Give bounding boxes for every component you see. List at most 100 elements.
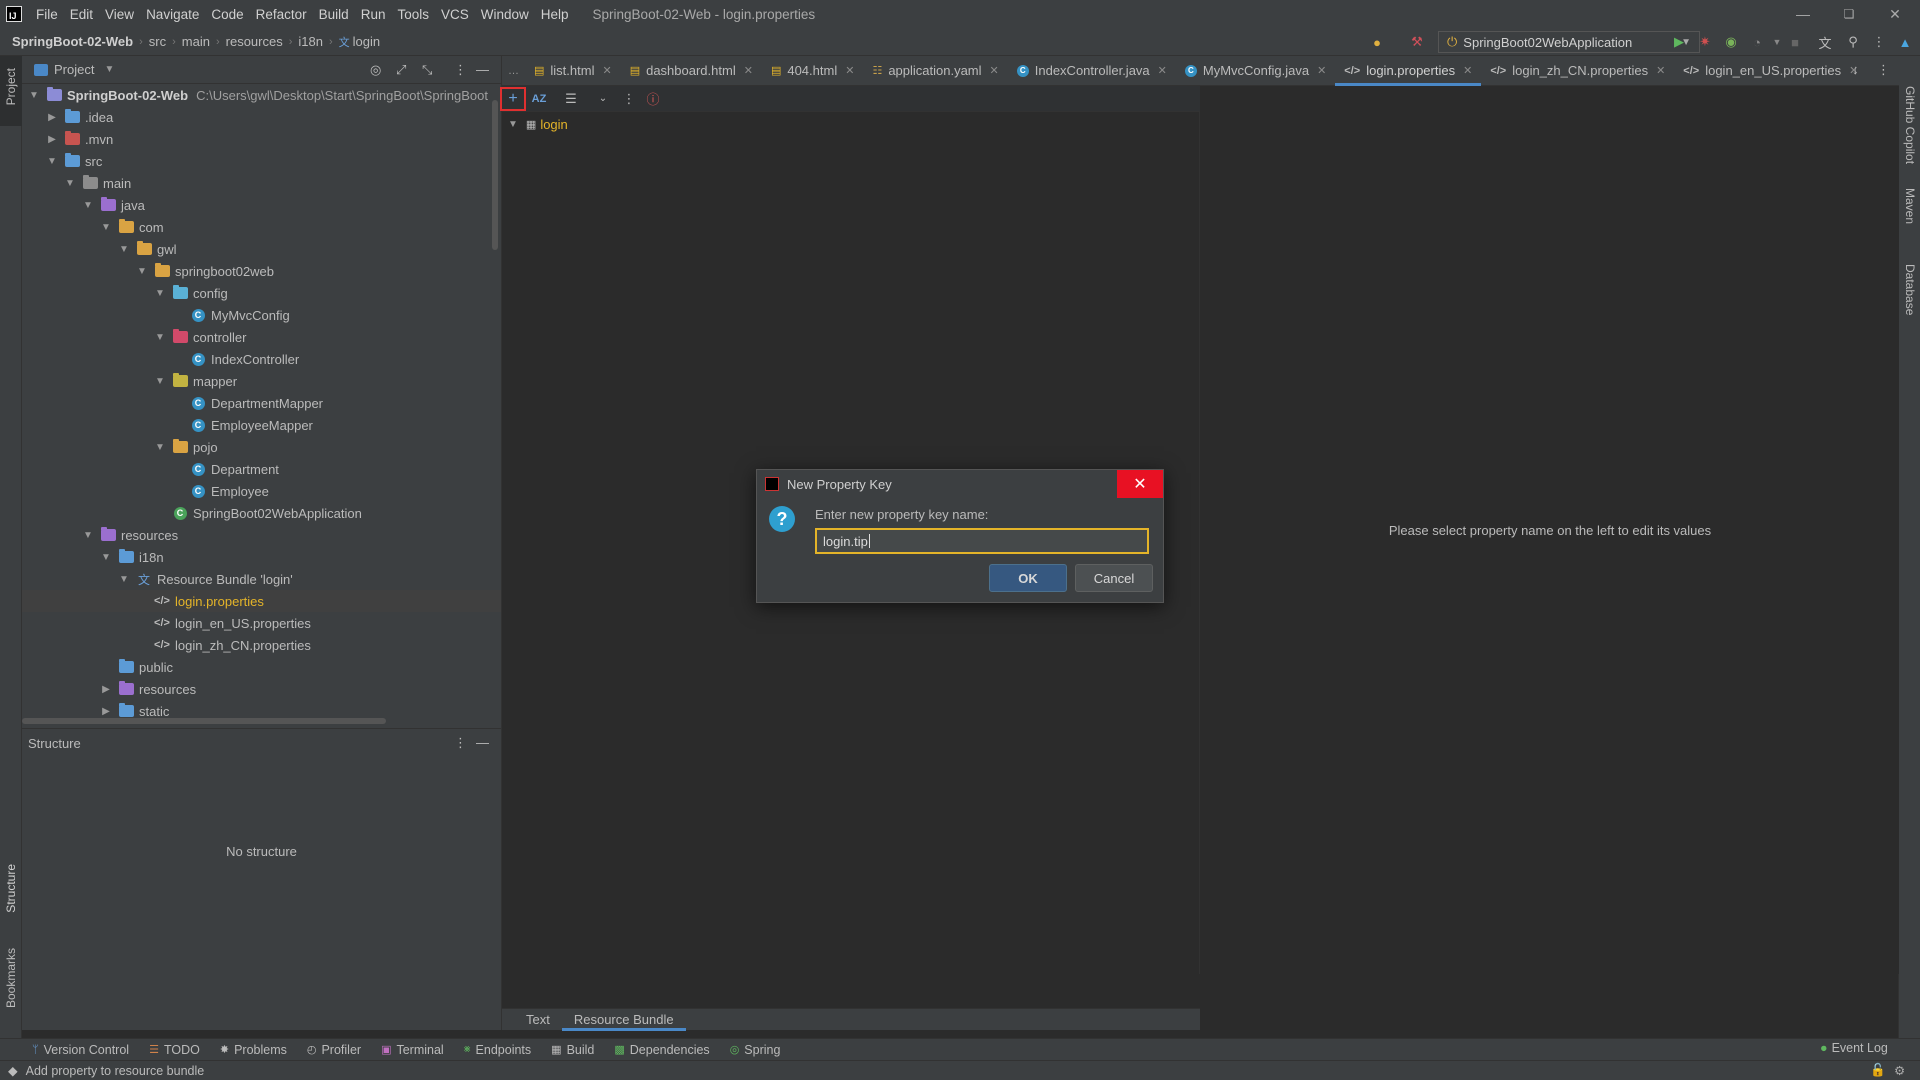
tree-item[interactable]: </> login_en_US.properties [22, 612, 501, 634]
tree-item[interactable]: C Department [22, 458, 501, 480]
tabs-more-icon[interactable]: ⋮ [1877, 62, 1890, 78]
stop-icon[interactable]: ■ [1786, 33, 1804, 51]
close-window-icon[interactable]: ✕ [1872, 0, 1918, 28]
profile-icon[interactable]: ◔ [1748, 33, 1766, 51]
expand-dropdown-icon[interactable]: ⌄ [590, 87, 616, 111]
tree-item[interactable]: C IndexController [22, 348, 501, 370]
chevron-right-icon[interactable]: ▶ [100, 683, 112, 695]
tree-item[interactable]: ▼ SpringBoot-02-Web C:\Users\gwl\Desktop\S… [22, 84, 501, 106]
user-icon[interactable]: ● [1368, 33, 1386, 51]
editor-tab[interactable]: C IndexController.java ✕ [1008, 56, 1176, 86]
close-tab-icon[interactable]: ✕ [602, 64, 611, 77]
menu-window[interactable]: Window [475, 7, 535, 22]
database-tool-button[interactable]: Database [1903, 264, 1917, 315]
tree-item[interactable]: ▶ .mvn [22, 128, 501, 150]
tree-item[interactable]: ▶ .idea [22, 106, 501, 128]
restore-icon[interactable]: ❏ [1826, 0, 1872, 28]
tool-window-todo[interactable]: ☰ TODO [149, 1043, 200, 1057]
project-panel-title[interactable]: Project [54, 62, 94, 77]
coverage-icon[interactable]: ◉ [1722, 33, 1740, 51]
breadcrumb-0[interactable]: SpringBoot-02-Web [12, 34, 133, 49]
cancel-button[interactable]: Cancel [1075, 564, 1153, 592]
group-by-prefix-icon[interactable]: ☰ [558, 87, 584, 111]
editor-tab[interactable]: ▤ dashboard.html ✕ [621, 56, 762, 86]
close-tab-icon[interactable]: ✕ [990, 64, 999, 77]
chevron-right-icon[interactable]: ▶ [46, 133, 58, 145]
dialog-close-button[interactable]: ✕ [1117, 470, 1163, 498]
minimize-icon[interactable]: — [1780, 0, 1826, 28]
ok-button[interactable]: OK [989, 564, 1067, 592]
chevron-down-icon[interactable]: ▼ [154, 331, 166, 343]
chevron-down-icon[interactable]: ▼ [136, 265, 148, 277]
structure-tool-button[interactable]: Structure [4, 864, 18, 913]
tool-window-dependencies[interactable]: ▩ Dependencies [614, 1043, 709, 1057]
editor-tab[interactable]: ▤ list.html ✕ [525, 56, 621, 86]
lock-icon[interactable]: 🔓 [1870, 1063, 1886, 1078]
menu-view[interactable]: View [99, 7, 140, 22]
tree-item[interactable]: </> login.properties [22, 590, 501, 612]
tree-item[interactable]: ▼ 文 Resource Bundle 'login' [22, 568, 501, 590]
tree-item[interactable]: ▼ main [22, 172, 501, 194]
editor-tab[interactable]: </> login_en_US.properties ✕ [1674, 56, 1867, 86]
tool-window-version-control[interactable]: ᛘ Version Control [32, 1043, 129, 1057]
tree-item[interactable]: ▼ springboot02web [22, 260, 501, 282]
hide-panel-icon[interactable]: — [476, 62, 489, 77]
chevron-down-icon[interactable]: ▼ [100, 551, 112, 563]
chevron-right-icon[interactable]: ▶ [100, 705, 112, 717]
tree-item[interactable]: ▼ java [22, 194, 501, 216]
tree-item[interactable]: C MyMvcConfig [22, 304, 501, 326]
chevron-down-icon[interactable]: ▼ [104, 64, 114, 75]
editor-tab[interactable]: C MyMvcConfig.java ✕ [1176, 56, 1335, 86]
more-run-chevron-icon[interactable]: ▼ [1768, 33, 1786, 51]
tree-item[interactable]: C Employee [22, 480, 501, 502]
toolbox-icon[interactable]: ▲ [1896, 33, 1914, 51]
tabs-dropdown-icon[interactable]: ↓ [1852, 62, 1859, 77]
property-key-input[interactable]: login.tip [815, 528, 1149, 554]
tree-item[interactable]: C EmployeeMapper [22, 414, 501, 436]
tree-item[interactable]: ▼ resources [22, 524, 501, 546]
settings-vertical-icon[interactable]: ⋮ [616, 87, 642, 111]
menu-navigate[interactable]: Navigate [140, 7, 205, 22]
menu-file[interactable]: File [30, 7, 64, 22]
tree-item[interactable]: public [22, 656, 501, 678]
expand-all-icon[interactable]: ⤢ [396, 62, 406, 78]
tree-item[interactable]: C DepartmentMapper [22, 392, 501, 414]
menu-tools[interactable]: Tools [391, 7, 435, 22]
tree-vertical-scrollbar[interactable] [492, 100, 498, 250]
options-icon[interactable]: ⋮ [454, 62, 467, 78]
translate-icon[interactable]: 文 [1816, 33, 1834, 51]
editor-tab[interactable]: ☷ application.yaml ✕ [863, 56, 1007, 86]
help-icon[interactable]: ⓘ [642, 87, 664, 111]
tree-item[interactable]: ▼ config [22, 282, 501, 304]
menu-refactor[interactable]: Refactor [250, 7, 313, 22]
bundle-node[interactable]: ▼ ▦ login [508, 114, 568, 134]
sort-alphabetically-icon[interactable]: AZ [526, 87, 552, 111]
hide-panel-icon[interactable]: — [476, 735, 489, 750]
debug-icon[interactable]: ✷ [1696, 33, 1714, 51]
tool-window-problems[interactable]: ✸ Problems [220, 1043, 287, 1057]
tree-item[interactable]: ▼ pojo [22, 436, 501, 458]
editor-bottom-tab-text[interactable]: Text [514, 1009, 562, 1031]
editor-bottom-tab-resource-bundle[interactable]: Resource Bundle [561, 1009, 686, 1031]
tree-item[interactable]: ▶ resources [22, 678, 501, 700]
menu-build[interactable]: Build [313, 7, 355, 22]
chevron-down-icon[interactable]: ▼ [154, 375, 166, 387]
tree-item[interactable]: ▼ mapper [22, 370, 501, 392]
tree-item[interactable]: ▼ gwl [22, 238, 501, 260]
tree-item[interactable]: ▼ com [22, 216, 501, 238]
tree-item[interactable]: ▼ controller [22, 326, 501, 348]
chevron-down-icon[interactable]: ▼ [28, 89, 40, 101]
tree-horizontal-scrollbar[interactable] [22, 718, 386, 724]
tool-window-endpoints[interactable]: ⨳ Endpoints [464, 1043, 531, 1057]
menu-code[interactable]: Code [205, 7, 249, 22]
tool-window-profiler[interactable]: ◴ Profiler [307, 1043, 361, 1057]
breadcrumb-1[interactable]: src [149, 34, 166, 49]
tab-overflow-icon[interactable]: … [502, 65, 525, 77]
maven-tool-button[interactable]: Maven [1903, 188, 1917, 224]
chevron-down-icon[interactable]: ▼ [154, 287, 166, 299]
add-property-icon[interactable]: + [500, 86, 526, 111]
editor-tab[interactable]: </> login_zh_CN.properties ✕ [1481, 56, 1674, 86]
menu-run[interactable]: Run [355, 7, 392, 22]
close-tab-icon[interactable]: ✕ [1317, 64, 1326, 77]
menu-edit[interactable]: Edit [64, 7, 99, 22]
